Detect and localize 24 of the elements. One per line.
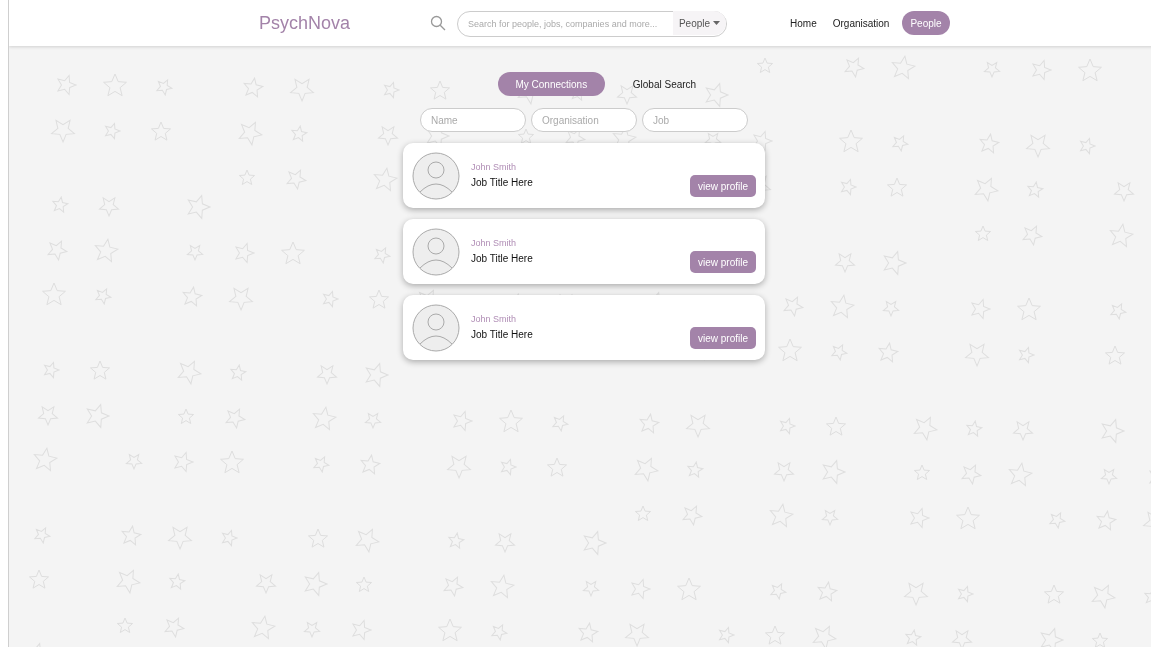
person-name[interactable]: John Smith: [471, 313, 533, 327]
brand-logo[interactable]: PsychNova: [259, 12, 351, 34]
scope-dropdown[interactable]: People: [672, 11, 727, 35]
person-name[interactable]: John Smith: [471, 237, 533, 251]
view-profile-button[interactable]: view profile: [689, 251, 756, 273]
job-title: Job Title Here: [471, 175, 533, 190]
avatar-icon: [412, 227, 460, 276]
job-title: Job Title Here: [471, 251, 533, 266]
filter-field[interactable]: Organisation: [531, 108, 637, 132]
tab[interactable]: Global Search: [618, 72, 711, 96]
filter-field[interactable]: Job: [642, 108, 748, 132]
search-icon[interactable]: [430, 15, 447, 31]
caret-icon: [713, 21, 721, 25]
view-profile-button[interactable]: view profile: [689, 175, 756, 197]
view-profile-button[interactable]: view profile: [689, 327, 756, 349]
filter-field[interactable]: Name: [420, 108, 526, 132]
avatar-icon: [412, 303, 460, 352]
nav-link[interactable]: People: [902, 11, 950, 35]
person-name[interactable]: John Smith: [471, 161, 533, 175]
nav-link[interactable]: Home: [787, 11, 820, 35]
nav-link[interactable]: Organisation: [829, 11, 893, 35]
tab[interactable]: My Connections: [497, 72, 605, 96]
avatar-icon: [412, 151, 460, 200]
job-title: Job Title Here: [471, 327, 533, 342]
